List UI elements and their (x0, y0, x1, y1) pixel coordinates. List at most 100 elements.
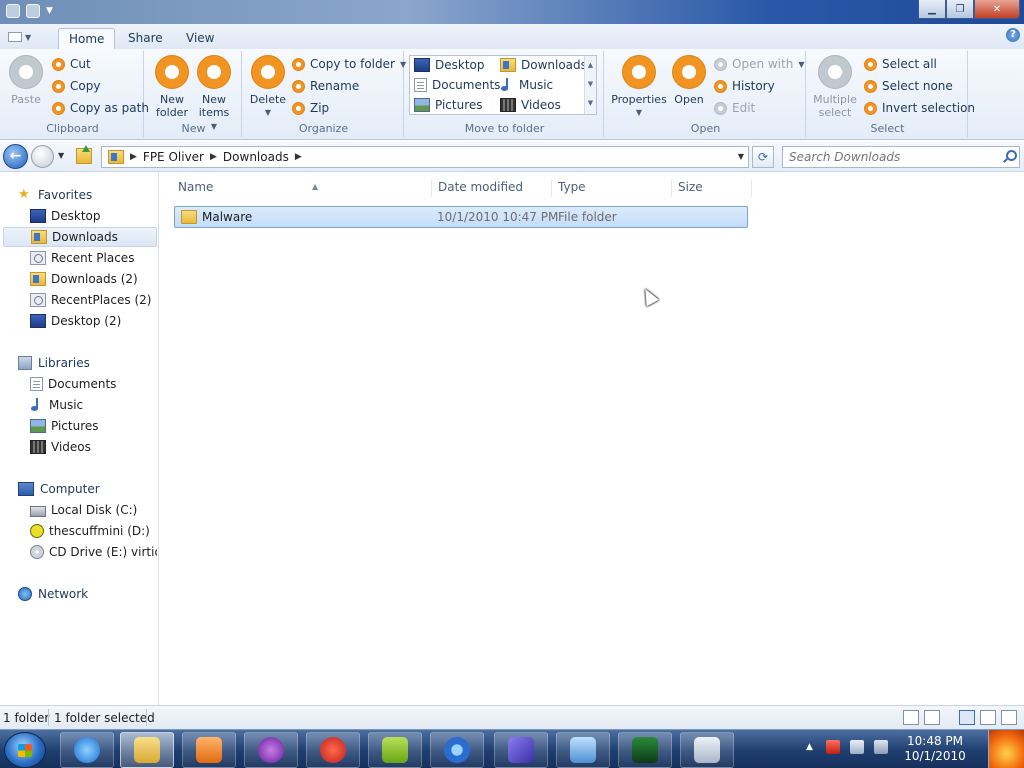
refresh-icon[interactable]: ⟳ (752, 146, 774, 168)
search-box[interactable] (782, 146, 1020, 168)
gallery-expand-icon[interactable]: ▼ (585, 94, 596, 113)
qat-customize-icon[interactable]: ▼ (46, 4, 56, 18)
maximize-button[interactable]: ❐ (946, 0, 974, 19)
taskbar-terminal[interactable] (618, 732, 672, 768)
start-button[interactable] (4, 732, 46, 768)
column-header-name[interactable]: Name ▲ (174, 179, 432, 197)
taskbar-media-player[interactable] (182, 732, 236, 768)
select-none-button[interactable]: Select none (864, 77, 953, 95)
action-center-flag-icon[interactable] (826, 740, 840, 754)
column-header-size[interactable]: Size (674, 179, 752, 197)
network-status-icon[interactable] (850, 740, 864, 754)
nav-item-network-drive[interactable]: thescuffmini (D:) (3, 521, 157, 541)
taskbar-calculator[interactable] (680, 732, 734, 768)
show-desktop-button[interactable] (988, 730, 1024, 768)
taskbar-internet-explorer[interactable] (60, 732, 114, 768)
invert-selection-button[interactable]: Invert selection (864, 99, 975, 117)
open-button[interactable]: Open (670, 55, 708, 106)
move-to-documents[interactable]: Documents (414, 76, 500, 94)
file-menu-button[interactable]: ▼ (8, 28, 52, 46)
nav-item-desktop-2[interactable]: Desktop (2) (3, 311, 157, 331)
move-to-pictures[interactable]: Pictures (414, 96, 483, 114)
breadcrumb-separator-icon[interactable]: ▶ (130, 152, 137, 162)
search-input[interactable] (783, 147, 993, 167)
nav-item-downloads-2[interactable]: Downloads (2) (3, 269, 157, 289)
edit-button[interactable]: Edit (714, 99, 755, 117)
nav-item-cd-drive[interactable]: CD Drive (E:) virtio-v (3, 542, 157, 562)
move-to-downloads[interactable]: Downloads (500, 56, 587, 74)
volume-muted-icon[interactable] (874, 740, 888, 754)
nav-item-local-disk[interactable]: Local Disk (C:) (3, 500, 157, 520)
open-with-button[interactable]: Open with ▼ (714, 55, 804, 73)
up-folder-icon[interactable] (76, 145, 92, 164)
properties-button[interactable]: Properties ▼ (610, 55, 668, 119)
move-to-desktop[interactable]: Desktop (414, 56, 485, 74)
taskbar-maps-app[interactable] (306, 732, 360, 768)
paste-button[interactable]: Paste (8, 55, 44, 106)
nav-item-downloads[interactable]: Downloads (3, 227, 157, 247)
thumbnails-view-icon[interactable] (924, 710, 940, 725)
breadcrumb-item[interactable]: Downloads (223, 150, 289, 164)
copy-as-path-button[interactable]: Copy as path (52, 99, 149, 117)
nav-item-documents[interactable]: Documents (3, 374, 157, 394)
recent-locations-dropdown-icon[interactable]: ▼ (58, 151, 64, 160)
nav-item-desktop[interactable]: Desktop (3, 206, 157, 226)
history-button[interactable]: History (714, 77, 775, 95)
show-hidden-icons-icon[interactable]: ▲ (806, 740, 816, 754)
delete-button[interactable]: Delete ▼ (248, 55, 288, 119)
address-dropdown-icon[interactable]: ▼ (738, 152, 744, 161)
nav-item-videos[interactable]: Videos (3, 437, 157, 457)
tab-home[interactable]: Home (58, 28, 116, 49)
taskbar-file-explorer[interactable] (120, 732, 174, 768)
column-header-type[interactable]: Type (554, 179, 672, 197)
nav-libraries[interactable]: Libraries (18, 353, 90, 373)
qat-properties-icon[interactable] (6, 4, 20, 18)
breadcrumb-separator-icon[interactable]: ▶ (295, 152, 302, 162)
tab-view[interactable]: View (176, 28, 224, 49)
move-to-music[interactable]: Music (500, 76, 553, 94)
scroll-up-icon[interactable]: ▲ (585, 56, 596, 75)
back-arrow-icon[interactable]: ← (3, 144, 28, 169)
taskbar-purple-app[interactable] (244, 732, 298, 768)
details-view-icon[interactable] (903, 710, 919, 725)
gallery-scrollbar[interactable]: ▲ ▼ ▼ (584, 56, 596, 114)
close-button[interactable]: ✕ (974, 0, 1020, 19)
minimize-button[interactable]: ▁ (918, 0, 946, 19)
address-bar[interactable]: ▶ FPE Oliver ▶ Downloads ▶ ▼ (101, 146, 749, 168)
taskbar-android[interactable] (368, 732, 422, 768)
copy-button[interactable]: Copy (52, 77, 100, 95)
nav-item-recent-places[interactable]: Recent Places (3, 248, 157, 268)
qat-new-folder-icon[interactable] (26, 4, 40, 18)
rename-button[interactable]: Rename (292, 77, 359, 95)
taskbar-remote-desktop[interactable] (556, 732, 610, 768)
layout-full-icon[interactable] (959, 710, 975, 725)
forward-arrow-icon[interactable] (31, 145, 54, 168)
taskbar-clock[interactable]: 10:48 PM 10/1/2010 (900, 734, 970, 764)
nav-item-recent-places-2[interactable]: RecentPlaces (2) (3, 290, 157, 310)
zip-button[interactable]: Zip (292, 99, 329, 117)
copy-to-folder-button[interactable]: Copy to folder ▼ (292, 55, 406, 73)
layout-preview-icon[interactable] (1001, 710, 1017, 725)
search-icon[interactable] (1003, 150, 1017, 162)
taskbar-firefox[interactable] (430, 732, 484, 768)
status-divider (48, 709, 49, 726)
table-row[interactable]: Malware 10/1/2010 10:47 PM File folder (174, 206, 748, 228)
select-all-button[interactable]: Select all (864, 55, 937, 73)
move-to-videos[interactable]: Videos (500, 96, 561, 114)
layout-split-icon[interactable] (980, 710, 996, 725)
nav-item-music[interactable]: Music (3, 395, 157, 415)
column-header-date-modified[interactable]: Date modified (434, 179, 552, 197)
scroll-down-icon[interactable]: ▼ (585, 75, 596, 94)
help-icon[interactable]: ? (1006, 28, 1020, 42)
breadcrumb-item[interactable]: FPE Oliver (143, 150, 204, 164)
nav-favorites[interactable]: ★ Favorites (18, 185, 92, 205)
nav-network[interactable]: Network (18, 584, 88, 604)
tab-share[interactable]: Share (118, 28, 173, 49)
multiple-select-button[interactable]: Multiple select (810, 55, 860, 119)
taskbar-visual-studio[interactable] (494, 732, 548, 768)
nav-computer[interactable]: Computer (18, 479, 100, 499)
nav-item-pictures[interactable]: Pictures (3, 416, 157, 436)
new-folder-button[interactable]: New folder (152, 55, 192, 119)
breadcrumb-separator-icon[interactable]: ▶ (210, 152, 217, 162)
cut-button[interactable]: Cut (52, 55, 91, 73)
